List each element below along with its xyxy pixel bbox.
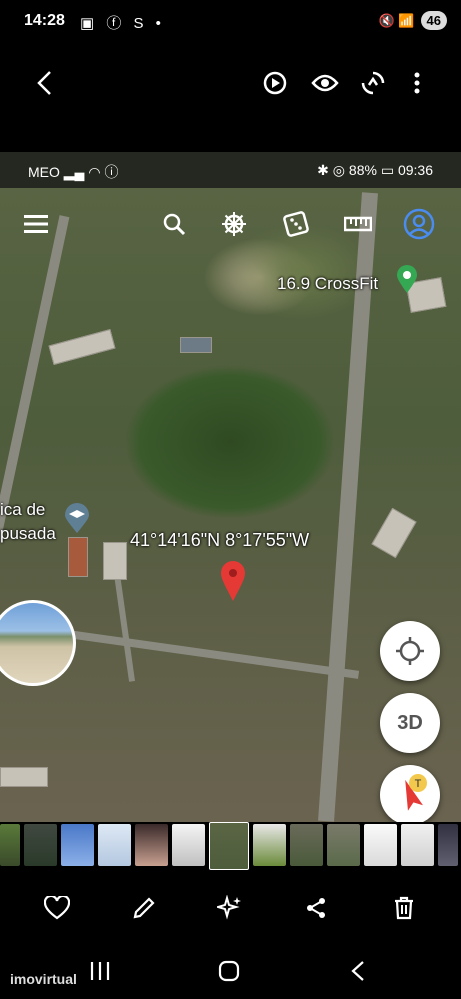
thumbnail[interactable] <box>24 824 57 866</box>
building <box>103 542 127 580</box>
screenshot-status-right: ✱ ◎ 88% ▭ 09:36 <box>317 162 433 178</box>
3d-button[interactable]: 3D <box>380 693 440 753</box>
ruler-icon <box>344 216 372 232</box>
recents-icon <box>90 962 110 980</box>
building <box>68 537 88 577</box>
carrier-label: MEO ▂▄ ◠ ⓘ <box>28 164 119 180</box>
building <box>180 337 212 353</box>
device-status-bar: 14:28 ▣ ⓕ S • 🔇 📶 46 <box>0 0 461 44</box>
thumbnail[interactable] <box>135 824 168 866</box>
edit-icon <box>133 897 155 919</box>
coordinates-label: 41°14'16"N 8°17'55"W <box>130 530 310 550</box>
suggestions-button[interactable] <box>216 894 244 922</box>
back-button[interactable] <box>30 68 60 98</box>
status-notification-icons: ▣ ⓕ S • <box>80 15 165 32</box>
menu-icon <box>24 215 48 233</box>
chevron-left-icon <box>37 71 51 95</box>
screenshot-time: 09:36 <box>397 162 433 178</box>
home-icon <box>218 960 240 982</box>
measure-button[interactable] <box>342 208 374 240</box>
poi-pin-icon[interactable] <box>395 264 419 294</box>
poi-school-label-line1[interactable]: ica de <box>0 500 45 520</box>
poi-crossfit-label[interactable]: 16.9 CrossFit <box>277 274 378 294</box>
motion-photo-button[interactable] <box>260 68 290 98</box>
random-button[interactable] <box>280 208 312 240</box>
3d-label: 3D <box>397 711 423 734</box>
home-button[interactable] <box>218 960 240 987</box>
profile-button[interactable] <box>403 208 435 240</box>
profile-icon <box>403 208 435 240</box>
battery-level: 46 <box>420 11 447 30</box>
thumbnail[interactable] <box>438 824 458 866</box>
eye-icon <box>311 74 339 92</box>
compass-button[interactable]: T <box>380 765 440 822</box>
thumbnail[interactable] <box>401 824 434 866</box>
screenshot-battery: 88% <box>348 162 377 178</box>
voyager-wheel-icon <box>222 212 246 236</box>
back-nav-button[interactable] <box>350 960 366 987</box>
thumbnail[interactable] <box>172 824 205 866</box>
location-pin-icon[interactable] <box>220 560 246 602</box>
back-nav-icon <box>351 961 364 981</box>
delete-button[interactable] <box>390 894 418 922</box>
thumbnail-strip[interactable] <box>0 822 461 870</box>
search-icon <box>163 213 186 236</box>
compass-icon: T <box>405 774 427 811</box>
school-pin-icon[interactable] <box>63 502 91 534</box>
system-nav-bar <box>0 950 461 999</box>
thumbnail[interactable] <box>364 824 397 866</box>
poi-school-label-line2[interactable]: pusada <box>0 524 56 544</box>
heart-icon <box>44 896 70 920</box>
recents-button[interactable] <box>88 960 112 987</box>
remaster-button[interactable] <box>358 68 388 98</box>
trash-icon <box>395 896 413 920</box>
thumbnail-selected[interactable] <box>209 822 249 870</box>
thumbnail[interactable] <box>327 824 360 866</box>
dice-icon <box>283 211 309 237</box>
thumbnail[interactable] <box>290 824 323 866</box>
edit-button[interactable] <box>130 894 158 922</box>
status-right: 🔇 📶 46 <box>379 11 447 30</box>
photo-image[interactable]: MEO ▂▄ ◠ ⓘ ✱ ◎ 88% ▭ 09:36 16.9 CrossFit… <box>0 152 461 822</box>
voyager-button[interactable] <box>218 208 250 240</box>
sparkle-icon <box>217 895 241 920</box>
remaster-icon <box>361 71 385 95</box>
share-icon <box>307 898 325 918</box>
thumbnail[interactable] <box>98 824 131 866</box>
thumbnail[interactable] <box>253 824 286 866</box>
svg-text:T: T <box>415 778 422 790</box>
viewer-top-bar <box>0 44 461 124</box>
thumbnail[interactable] <box>0 824 20 866</box>
status-signal-icons: 🔇 📶 <box>378 12 415 28</box>
photo-action-bar <box>0 890 461 926</box>
search-button[interactable] <box>158 208 190 240</box>
menu-button[interactable] <box>20 208 52 240</box>
favorite-button[interactable] <box>43 894 71 922</box>
motion-photo-icon <box>263 71 287 95</box>
building <box>0 767 48 787</box>
more-button[interactable] <box>402 68 432 98</box>
carrier-text: MEO <box>28 164 60 180</box>
my-location-button[interactable] <box>380 621 440 681</box>
crosshair-icon <box>396 637 424 665</box>
view-button[interactable] <box>310 68 340 98</box>
thumbnail[interactable] <box>61 824 94 866</box>
more-vertical-icon <box>414 72 420 94</box>
screenshot-status-bar: MEO ▂▄ ◠ ⓘ ✱ ◎ 88% ▭ 09:36 <box>0 152 461 188</box>
map-toolbar <box>0 202 461 246</box>
status-time: 14:28 <box>24 12 65 29</box>
share-button[interactable] <box>302 894 330 922</box>
